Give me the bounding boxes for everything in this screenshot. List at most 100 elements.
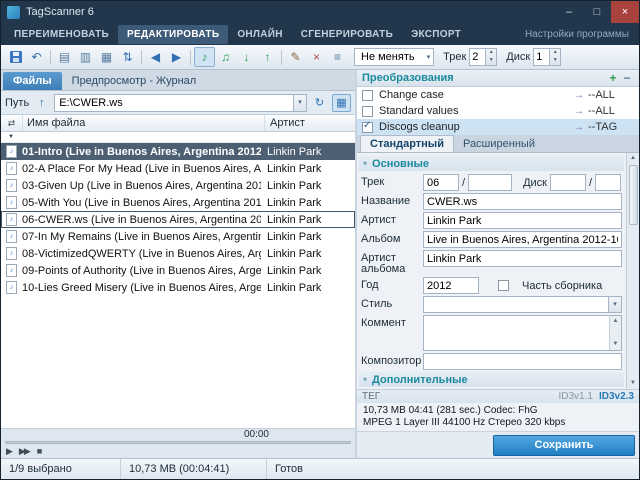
genre-combobox[interactable]: ▾ [423, 296, 622, 313]
genre-input[interactable] [424, 297, 608, 312]
transform-checkbox[interactable] [362, 106, 373, 117]
columns-icon[interactable]: ▦ [96, 47, 117, 67]
disc-total-input[interactable] [595, 174, 621, 191]
refresh-icon[interactable]: ↻ [310, 94, 329, 112]
file-row[interactable]: ♪ 03-Given Up (Live in Buenos Aires, Arg… [1, 177, 355, 194]
program-settings-link[interactable]: Настройки программы [525, 29, 635, 40]
sort-icon[interactable]: ⇅ [117, 47, 138, 67]
tab-files[interactable]: Файлы [3, 72, 62, 90]
add-transform-icon[interactable]: + [606, 71, 620, 85]
edit-tag-icon[interactable]: ✎ [285, 47, 306, 67]
load-tags-icon[interactable]: ↓ [236, 47, 257, 67]
file-list-header: ⇄ Имя файла Артист [1, 115, 355, 132]
filter-row[interactable]: ▼ [1, 132, 355, 143]
paste-tags-icon[interactable]: ▥ [75, 47, 96, 67]
chevron-down-icon[interactable]: ▾ [608, 297, 621, 312]
artist-input[interactable] [423, 212, 622, 229]
menu-generate[interactable]: СГЕНЕРИРОВАТЬ [292, 25, 402, 44]
minimize-button[interactable]: – [555, 1, 583, 23]
disc-spinner-input[interactable] [534, 49, 549, 65]
album-artist-input[interactable] [423, 250, 622, 267]
file-row[interactable]: ♪ 09-Points of Authority (Live in Buenos… [1, 262, 355, 279]
next-file-icon[interactable]: ▶ [166, 47, 187, 67]
form-scrollbar[interactable]: ▲ ▼ [626, 153, 639, 389]
menu-edit[interactable]: РЕДАКТИРОВАТЬ [118, 25, 228, 44]
transform-row[interactable]: Change case → --ALL [357, 87, 639, 103]
transform-checkbox[interactable] [362, 122, 373, 133]
disc-spinner[interactable]: ▲▼ [533, 48, 561, 66]
composer-input[interactable] [423, 353, 622, 370]
scrollbar-thumb[interactable] [629, 165, 638, 225]
tab-advanced[interactable]: Расширенный [454, 136, 544, 152]
file-artist: Linkin Park [261, 265, 355, 277]
save-button[interactable]: Сохранить [493, 435, 635, 456]
folder-up-icon[interactable]: ↑ [32, 94, 51, 112]
path-input[interactable] [55, 97, 293, 109]
column-filename[interactable]: Имя файла [23, 115, 265, 131]
year-field-label: Год [361, 277, 423, 291]
file-artist: Linkin Park [261, 163, 355, 175]
transform-row[interactable]: Discogs cleanup → --TAG [357, 119, 639, 135]
file-name: 06-CWER.ws (Live in Buenos Aires, Argent… [22, 214, 261, 226]
tag-to-filename-icon[interactable]: ♫ [215, 47, 236, 67]
file-row[interactable]: ♪ 08-VictimizedQWERTY (Live in Buenos Ai… [1, 245, 355, 262]
section-additional[interactable]: ▾ Дополнительные [359, 372, 624, 387]
column-artist[interactable]: Артист [265, 115, 355, 131]
change-mode-dropdown[interactable]: Не менять ▾ [354, 48, 434, 66]
file-row[interactable]: ♪ 10-Lies Greed Misery (Live in Buenos A… [1, 279, 355, 296]
chevron-down-icon[interactable]: ▾ [293, 95, 306, 111]
close-button[interactable]: × [611, 1, 639, 23]
disc-input[interactable] [550, 174, 586, 191]
file-artist: Linkin Park [261, 197, 355, 209]
maximize-button[interactable]: □ [583, 1, 611, 23]
filename-to-tag-icon[interactable]: ♪ [194, 47, 215, 67]
chevron-down-icon: ▾ [363, 375, 367, 384]
transform-row[interactable]: Standard values → --ALL [357, 103, 639, 119]
spinner-arrows[interactable]: ▲▼ [549, 49, 560, 65]
file-row[interactable]: ♪ 05-With You (Live in Buenos Aires, Arg… [1, 194, 355, 211]
copy-tags-icon[interactable]: ▤ [54, 47, 75, 67]
album-input[interactable] [423, 231, 622, 248]
track-input[interactable] [423, 174, 459, 191]
track-spinner-input[interactable] [470, 49, 485, 65]
transform-checkbox[interactable] [362, 90, 373, 101]
year-input[interactable] [423, 277, 479, 294]
seek-slider[interactable] [5, 441, 351, 444]
tab-standard[interactable]: Стандартный [360, 135, 454, 152]
remove-tag-icon[interactable]: × [306, 47, 327, 67]
file-row[interactable]: ♪ 01-Intro (Live in Buenos Aires, Argent… [1, 143, 355, 160]
genre-row: Стиль ▾ [361, 296, 622, 313]
file-row[interactable]: ♪ 02-A Place For My Head (Live in Buenos… [1, 160, 355, 177]
file-row[interactable]: ♪ 07-In My Remains (Live in Buenos Aires… [1, 228, 355, 245]
browse-folders-icon[interactable]: ▦ [332, 94, 351, 112]
next-track-icon[interactable]: ▶▶ [19, 446, 29, 457]
spinner-arrows[interactable]: ▲▼ [485, 49, 496, 65]
comment-input[interactable] [424, 316, 609, 350]
menu-online[interactable]: ОНЛАЙН [228, 25, 291, 44]
menu-rename[interactable]: ПЕРЕИМЕНОВАТЬ [5, 25, 118, 44]
playlist-icon[interactable]: ≡ [327, 47, 348, 67]
track-spinner[interactable]: ▲▼ [469, 48, 497, 66]
scroll-up-icon[interactable]: ▲ [630, 153, 636, 164]
path-combobox[interactable]: ▾ [54, 94, 307, 112]
comment-scrollbar[interactable]: ▲▼ [609, 316, 621, 350]
undo-icon[interactable]: ↶ [26, 47, 47, 67]
app-icon [7, 6, 20, 19]
swap-columns-icon[interactable]: ⇄ [1, 115, 23, 131]
remove-transform-icon[interactable]: − [620, 71, 634, 85]
prev-file-icon[interactable]: ◀ [145, 47, 166, 67]
write-tags-icon[interactable]: ↑ [257, 47, 278, 67]
section-main[interactable]: ▾ Основные [359, 156, 624, 171]
tag-label: ТЕГ [362, 391, 380, 402]
compilation-checkbox[interactable] [498, 280, 509, 291]
stop-icon[interactable]: ■ [37, 446, 40, 457]
title-input[interactable] [423, 193, 622, 210]
save-icon[interactable] [5, 47, 26, 67]
play-icon[interactable]: ▶ [6, 446, 11, 457]
tab-preview-journal[interactable]: Предпросмотр - Журнал [62, 72, 207, 90]
track-total-input[interactable] [468, 174, 512, 191]
file-row[interactable]: ♪ 06-CWER.ws (Live in Buenos Aires, Arge… [1, 211, 355, 228]
menu-export[interactable]: ЭКСПОРТ [402, 25, 470, 44]
scroll-down-icon[interactable]: ▼ [630, 378, 636, 389]
title-row: Название [361, 193, 622, 210]
